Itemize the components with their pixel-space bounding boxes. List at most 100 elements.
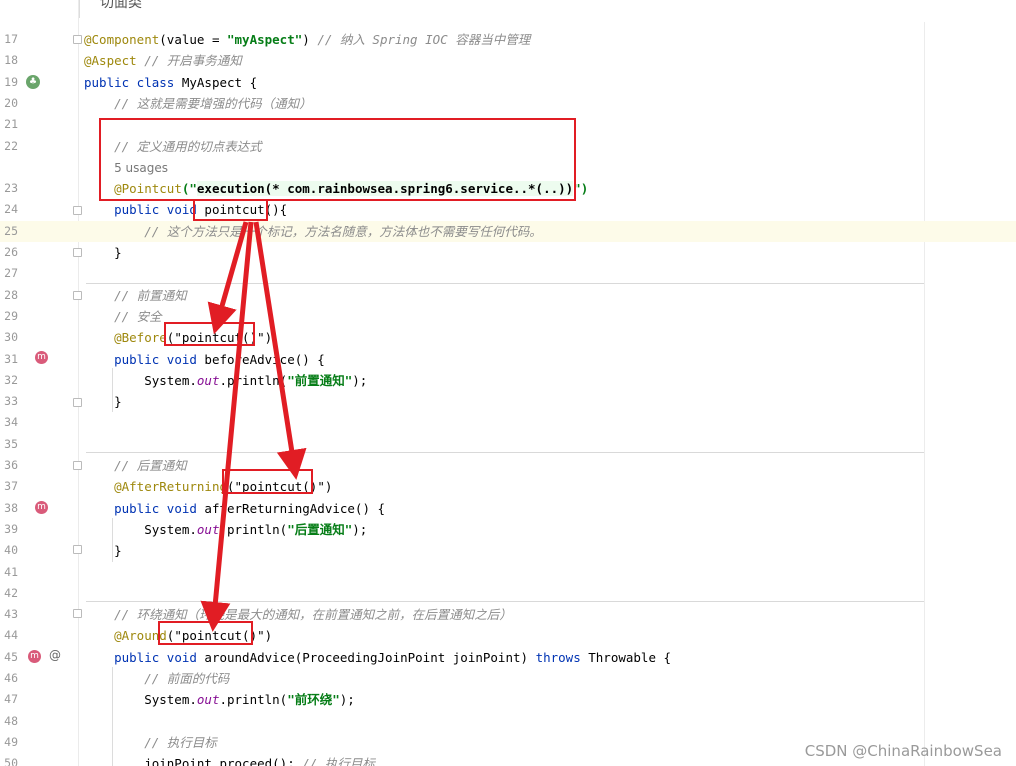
code-text[interactable]: // 执行目标	[84, 732, 217, 753]
line-number: 49	[4, 734, 18, 749]
fold-marker[interactable]	[73, 461, 82, 470]
code-line[interactable]: 28 // 前置通知	[0, 285, 1016, 306]
method-separator	[86, 283, 924, 284]
fold-marker[interactable]	[73, 291, 82, 300]
code-line[interactable]: 41	[0, 562, 1016, 583]
code-line[interactable]: 40 }	[0, 540, 1016, 561]
code-token: Throwable {	[588, 649, 672, 665]
code-text[interactable]: joinPoint.proceed(); // 执行目标	[84, 753, 375, 766]
code-line[interactable]: 48	[0, 711, 1016, 732]
code-line[interactable]: 18 @Aspect // 开启事务通知	[0, 50, 1016, 71]
code-text[interactable]: public void aroundAdvice(ProceedingJoinP…	[84, 647, 671, 668]
code-text[interactable]: // 安全	[84, 306, 162, 327]
line-number: 38	[4, 500, 18, 515]
before-pointcut-highlight-box	[164, 322, 255, 346]
code-line[interactable]: 25 // 这个方法只是一个标记，方法名随意，方法体也不需要写任何代码。	[0, 220, 1016, 242]
fold-marker[interactable]	[73, 248, 82, 257]
code-line[interactable]: 30 @Before("pointcut()")	[0, 327, 1016, 348]
code-token: @Before	[114, 330, 167, 346]
code-token: // 执行目标	[144, 734, 217, 750]
fold-marker[interactable]	[73, 609, 82, 618]
code-line[interactable]: 44 @Around("pointcut()")	[0, 625, 1016, 646]
code-token: public class	[84, 74, 182, 90]
pointcut-method-highlight-box	[193, 199, 268, 221]
code-line[interactable]: 45 public void aroundAdvice(ProceedingJo…	[0, 647, 1016, 668]
advice-method-icon[interactable]: m	[35, 351, 48, 364]
code-text[interactable]: // 后置通知	[84, 455, 187, 476]
code-text[interactable]: }	[84, 391, 122, 412]
line-number: 42	[4, 585, 18, 600]
at-annotation-icon[interactable]: @	[49, 648, 61, 662]
code-text[interactable]: System.out.println("前环绕");	[84, 689, 355, 710]
pointcut-definition-highlight-box	[99, 118, 576, 201]
line-number: 37	[4, 479, 18, 494]
around-pointcut-highlight-box	[158, 621, 253, 645]
code-text[interactable]: // 这个方法只是一个标记，方法名随意，方法体也不需要写任何代码。	[84, 221, 542, 242]
code-token: System.	[84, 521, 197, 537]
code-text[interactable]: // 这就是需要增强的代码（通知）	[84, 93, 312, 114]
code-line[interactable]: 33 }	[0, 391, 1016, 412]
code-text[interactable]: @Aspect // 开启事务通知	[84, 50, 242, 71]
code-line[interactable]: 20 // 这就是需要增强的代码（通知）	[0, 93, 1016, 114]
code-line[interactable]: 37 @AfterReturning("pointcut()")	[0, 476, 1016, 497]
fold-marker[interactable]	[73, 35, 82, 44]
code-line[interactable]: 19 public class MyAspect {	[0, 72, 1016, 93]
code-token: .println(	[219, 521, 288, 537]
line-number: 48	[4, 713, 18, 728]
code-text[interactable]: public void afterReturningAdvice() {	[84, 498, 385, 519]
code-line[interactable]: 32 System.out.println("前置通知");	[0, 370, 1016, 391]
code-text[interactable]: public class MyAspect {	[84, 72, 257, 93]
line-number: 24	[4, 202, 18, 217]
code-token: public void	[114, 500, 205, 516]
code-line[interactable]: 43 // 环绕通知（环绕是最大的通知，在前置通知之前，在后置通知之后）	[0, 604, 1016, 625]
code-text[interactable]: // 前面的代码	[84, 668, 229, 689]
code-line[interactable]: 46 // 前面的代码	[0, 668, 1016, 689]
code-line[interactable]: 39 System.out.println("后置通知");	[0, 519, 1016, 540]
code-text[interactable]: @Component(value = "myAspect") // 纳入 Spr…	[84, 29, 530, 50]
code-token: .println(	[219, 692, 288, 708]
code-text[interactable]: // 前置通知	[84, 285, 187, 306]
code-token: public void	[114, 649, 205, 665]
code-line[interactable]: 27	[0, 263, 1016, 284]
code-line[interactable]: 34	[0, 412, 1016, 433]
line-number: 50	[4, 756, 18, 766]
code-line[interactable]: 24 public void pointcut(){	[0, 199, 1016, 220]
fold-marker[interactable]	[73, 398, 82, 407]
code-line[interactable]: 36 // 后置通知	[0, 455, 1016, 476]
code-token: // 执行目标	[302, 756, 375, 766]
line-number: 29	[4, 308, 18, 323]
line-number: 33	[4, 394, 18, 409]
code-token: // 这就是需要增强的代码（通知）	[114, 95, 312, 111]
line-number: 28	[4, 287, 18, 302]
code-line[interactable]: 31 public void beforeAdvice() {	[0, 349, 1016, 370]
line-number: 22	[4, 138, 18, 153]
code-token: }	[84, 394, 122, 410]
code-token: // 后置通知	[114, 458, 187, 473]
code-line[interactable]: 26 }	[0, 242, 1016, 263]
fold-marker[interactable]	[73, 545, 82, 554]
code-token: }	[84, 543, 122, 559]
code-text[interactable]: public void beforeAdvice() {	[84, 349, 325, 370]
code-text[interactable]: System.out.println("后置通知");	[84, 519, 367, 540]
advice-method-icon[interactable]: m	[28, 650, 41, 663]
code-token: // 环绕通知（环绕是最大的通知，在前置通知之前，在后置通知之后）	[114, 607, 512, 623]
fold-marker[interactable]	[73, 206, 82, 215]
code-text[interactable]: }	[84, 242, 122, 263]
code-token: beforeAdvice() {	[204, 351, 325, 367]
code-line[interactable]: 38 public void afterReturningAdvice() {	[0, 498, 1016, 519]
spring-bean-icon[interactable]: ♣	[26, 75, 40, 89]
code-line[interactable]: 29 // 安全	[0, 306, 1016, 327]
code-token: out	[196, 521, 220, 537]
code-text[interactable]: // 环绕通知（环绕是最大的通知，在前置通知之前，在后置通知之后）	[84, 604, 512, 625]
code-line[interactable]: 17 @Component(value = "myAspect") // 纳入 S…	[0, 29, 1016, 50]
line-number: 31	[4, 351, 18, 366]
code-text[interactable]: System.out.println("前置通知");	[84, 370, 367, 391]
line-number: 34	[4, 415, 18, 430]
advice-method-icon[interactable]: m	[35, 501, 48, 514]
code-text[interactable]: }	[84, 540, 122, 561]
code-line[interactable]: 47 System.out.println("前环绕");	[0, 689, 1016, 710]
